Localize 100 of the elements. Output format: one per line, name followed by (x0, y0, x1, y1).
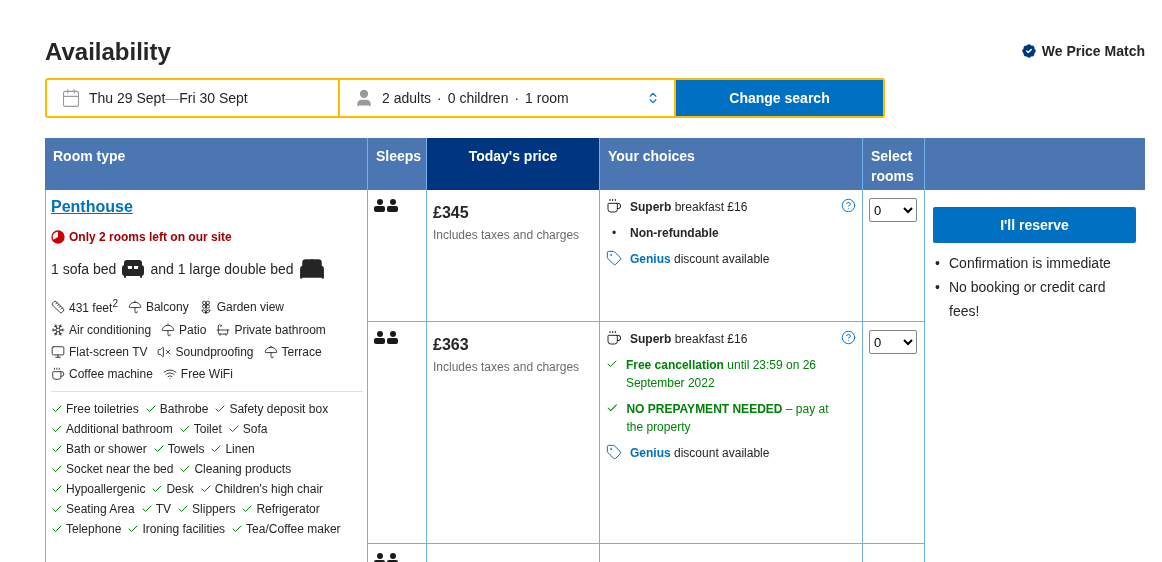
reserve-button[interactable]: I'll reserve (933, 207, 1136, 243)
pie-chart-icon (51, 230, 65, 244)
amenity-label: Safety deposit box (229, 402, 329, 416)
facility-label: Garden view (216, 299, 284, 314)
check-icon (51, 523, 63, 535)
page-title: Availability (45, 38, 171, 66)
choice-text: Genius discount available (630, 251, 770, 268)
facility-label: Patio (179, 323, 207, 337)
check-icon (51, 403, 63, 415)
facility-label: Private bathroom (234, 323, 326, 337)
price: £363 (433, 336, 470, 354)
snowflake-icon (51, 323, 65, 337)
facility-label: Coffee machine (69, 367, 153, 381)
price-note: Includes taxes and charges (433, 360, 581, 374)
check-icon (199, 483, 212, 495)
person-icon (354, 88, 374, 108)
check-icon (151, 483, 164, 495)
facility-label: Soundproofing (175, 345, 254, 359)
check-icon (231, 523, 244, 535)
tag-icon (606, 444, 622, 460)
cup-icon (606, 330, 622, 346)
amenity-label: Refrigerator (256, 502, 320, 516)
amenity-label: Bathrobe (159, 402, 209, 416)
ruler-icon (51, 299, 65, 314)
reserve-note: Confirmation is immediate (949, 254, 1112, 273)
wifi-icon (162, 367, 177, 381)
badge-check-icon (1019, 42, 1038, 60)
amenity-label: Desk (166, 482, 194, 496)
check-icon (51, 503, 63, 515)
facility-label: Terrace (281, 345, 322, 359)
column-header: Today's price (427, 138, 600, 190)
room-name-link[interactable]: Penthouse (51, 198, 133, 215)
check-icon (152, 443, 165, 455)
rooms-select[interactable]: 0 (869, 198, 917, 222)
amenity-label: Ironing facilities (142, 522, 226, 536)
column-header: Select rooms (863, 138, 925, 190)
check-icon (51, 483, 63, 495)
scarcity-warning: Only 2 rooms left on our site (69, 230, 232, 244)
choice-text: Genius discount available (630, 445, 770, 462)
column-header: Room type (45, 138, 368, 190)
bed-description: 1 sofa bed (51, 261, 117, 277)
bullet-icon: • (606, 224, 622, 242)
choice-text: Free cancellation until 23:59 on 26 September 2022 (625, 357, 818, 392)
amenity-label: Seating Area (66, 502, 135, 516)
check-icon (140, 503, 153, 515)
help-icon[interactable] (841, 330, 856, 345)
bed-description: and 1 large double bed (150, 261, 294, 277)
tag-icon (606, 250, 622, 266)
amenity-label: Slippers (192, 502, 236, 516)
amenity-label: Socket near the bed (66, 462, 174, 476)
price-note: Includes taxes and charges (433, 228, 581, 242)
column-header: Sleeps (368, 138, 427, 190)
umbrella-icon (127, 299, 142, 314)
column-header: Your choices (600, 138, 863, 190)
cup-icon (51, 367, 65, 381)
facility-label: 431 feet$^{2}$ (69, 298, 118, 315)
check-icon (178, 423, 191, 435)
amenity-label: Toilet (193, 422, 222, 436)
umbrella-icon (263, 345, 278, 359)
rooms-select[interactable]: 0 (869, 330, 917, 354)
check-icon (177, 503, 190, 515)
choice-text: NO PREPAYMENT NEEDED – pay at the property (626, 401, 830, 436)
change-search-button[interactable]: Change search (676, 80, 883, 116)
cup-icon (606, 198, 622, 214)
check-icon (144, 403, 157, 415)
amenity-label: Additional bathroom (66, 422, 173, 436)
people-icon (374, 331, 399, 344)
amenity-label: Free toiletries (66, 402, 139, 416)
price: £345 (433, 204, 470, 222)
amenity-label: Towels (167, 442, 205, 456)
sofa-icon (121, 257, 146, 281)
check-icon (241, 503, 254, 515)
choice-text: Superb breakfast £16 (630, 331, 748, 348)
check-icon (214, 403, 227, 415)
facility-label: Flat-screen TV (69, 345, 148, 359)
choice-text: Non-refundable (630, 225, 719, 242)
check-icon (210, 443, 223, 455)
amenity-label: Sofa (242, 422, 268, 436)
check-icon (179, 463, 192, 475)
check-icon (227, 423, 240, 435)
price-match-label: We Price Match (1041, 43, 1145, 59)
flower-icon (198, 299, 213, 314)
choice-text: Superb breakfast £16 (630, 199, 748, 216)
check-icon (127, 523, 140, 535)
bathtub-icon (216, 323, 231, 337)
bullet-icon: • (933, 275, 939, 299)
amenity-label: Children's high chair (214, 482, 324, 496)
facility-label: Free WiFi (180, 367, 233, 381)
check-icon (51, 423, 63, 435)
reserve-note: No booking or credit card fees! (949, 278, 1107, 321)
monitor-icon (51, 345, 65, 359)
speaker-muted-icon (157, 345, 172, 359)
facility-label: Balcony (145, 299, 189, 314)
amenity-label: TV (155, 502, 172, 516)
amenity-label: Bath or shower (66, 442, 147, 456)
umbrella-icon (161, 323, 176, 337)
check-icon (51, 463, 63, 475)
calendar-icon (61, 88, 81, 108)
help-icon[interactable] (841, 198, 856, 213)
amenity-label: Linen (225, 442, 255, 456)
